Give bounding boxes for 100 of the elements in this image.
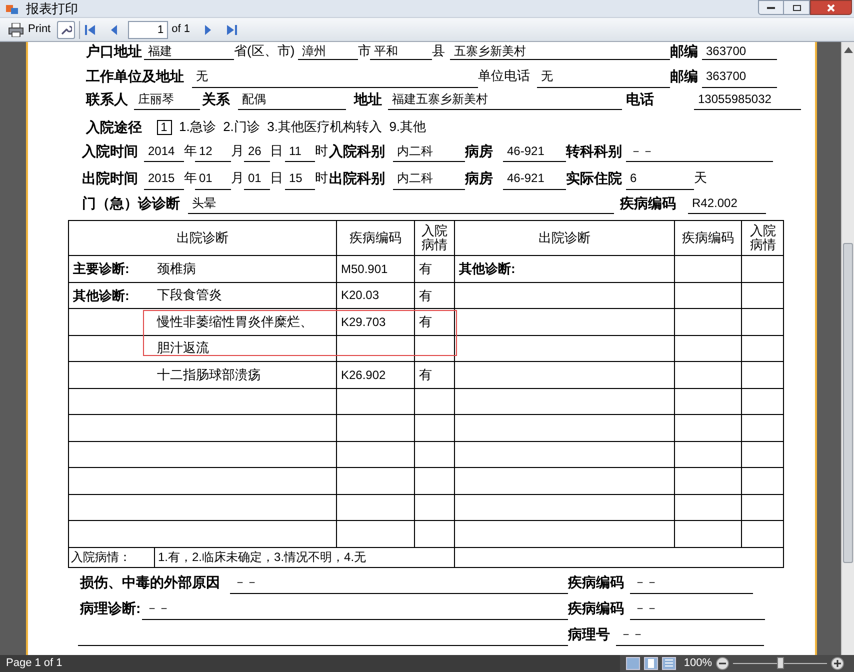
field-label: 实际住院 [566,168,623,188]
field-value: －－ [630,598,765,620]
field-value: 2014 [144,140,184,162]
column-header: 疾病编码 [675,221,742,255]
field-value: 内二科 [393,140,465,162]
field-text: 1.急诊 2.门诊 3.其他医疗机构转入 9.其他 [179,118,428,136]
field-text: 月 [231,169,244,188]
field-value: 363700 [702,42,777,60]
field-label: 入院时间 [82,142,139,160]
field-value: －－ [230,572,568,594]
field-text: 年 [184,142,195,160]
field-text: 年 [184,169,195,188]
table-cell-text: K29.703 [341,314,386,331]
field-label: 工作单位及地址 [86,66,185,86]
field-value: 无 [192,64,478,88]
column-header: 入院病情 [415,221,455,255]
field-value: 11 [285,140,315,162]
table-cell-text: K26.902 [341,366,386,384]
field-value: 庄丽琴 [134,88,200,110]
field-label: 损伤、中毒的外部原因 [80,573,221,592]
diagnosis-type: 其他诊断: [459,260,516,278]
field-label: 联系人 [86,90,129,108]
scroll-up-icon[interactable] [844,47,852,53]
field-label: 入院科别 [329,142,386,160]
field-value: 福建五寨乡新美村 [388,88,622,110]
table-cell: 十二指肠球部溃疡 [157,368,261,381]
page-status: Page 1 of 1 [6,656,62,672]
field-text: 省(区、市) [234,42,296,60]
table-cell: 下段食管炎 [157,289,222,302]
field-value: 01 [195,166,231,190]
table-cell-text: K20.03 [341,287,380,304]
field-label: 病理诊断: [80,599,142,618]
field-label: 出院科别 [329,168,386,188]
field-label: 邮编 [670,42,699,60]
field-label: 疾病编码 [568,599,625,618]
window-title: 报表打印 [26,0,78,18]
zoom-out-icon[interactable] [716,657,729,670]
first-page-icon[interactable] [84,24,96,36]
field-value: 内二科 [393,166,465,190]
field-label: 病房 [465,142,494,160]
printer-icon [8,22,24,36]
column-header: 入院病情 [749,222,777,254]
field-label: 病理号 [568,625,611,644]
field-value: 2015 [144,166,184,190]
field-value: 配偶 [238,88,346,110]
print-button[interactable]: Print [6,21,53,38]
field-value: 漳州 [298,42,358,60]
table-cell-text: 有 [419,260,432,278]
field-label: 疾病编码 [568,573,625,592]
page-setup-button[interactable] [56,20,75,38]
field-label: 出院时间 [82,168,139,188]
field-value: 平和 [370,42,432,60]
field-label: 门（急）诊诊断 [82,194,181,213]
close-icon [827,4,835,12]
zoom-slider-thumb[interactable] [777,657,784,669]
field-label: 邮编 [670,66,699,86]
page-number-field[interactable]: 1 [128,20,168,38]
field-value: 五寨乡新美村 [450,42,670,60]
field-value: －－ [630,572,753,594]
field-text: 市 [358,42,370,60]
field-value: －－ [142,598,568,620]
field-text: 单位电话 [478,67,531,86]
field-value: －－ [626,140,773,162]
scroll-thumb[interactable] [843,243,853,563]
single-page-icon[interactable] [644,657,658,670]
table-cell-text: 1.有，2.临床未确定，3.情况不明，4.无 [158,549,366,566]
minimize-button[interactable] [758,0,784,15]
field-label: 关系 [202,90,231,108]
zoom-in-icon[interactable] [831,657,844,670]
field-value: 01 [244,166,270,190]
app-icon [6,2,18,14]
table-cell-text: 入院病情： [71,549,131,566]
column-header: 出院诊断 [69,221,337,255]
field-label: 地址 [354,90,383,108]
last-page-icon[interactable] [226,24,238,36]
table-cell-text: 有 [419,313,432,331]
field-text: 日 [270,169,284,188]
diagnosis-type: 主要诊断: [73,260,130,278]
field-text: 月 [231,142,244,160]
field-label: 疾病编码 [620,194,677,212]
field-value: 13055985032 [694,88,801,110]
maximize-button[interactable] [784,0,810,15]
field-value: 12 [195,140,231,162]
table-cell: 颈椎病 [157,262,196,275]
field-value: 46-921 [503,166,566,190]
field-value: 363700 [702,64,777,88]
field-text: 日 [270,142,284,160]
scrollbar[interactable] [841,42,854,655]
column-header: 疾病编码 [337,221,415,255]
route-box: 1 [156,120,172,134]
multi-page-icon[interactable] [662,657,676,670]
wrench-icon [60,24,72,36]
field-text: 天 [694,169,708,188]
view-icon[interactable] [626,657,640,670]
field-text: 时 [315,142,328,160]
close-button[interactable] [810,0,852,15]
field-label: 转科科别 [566,142,623,160]
field-value: 无 [537,64,670,88]
field-value: 26 [244,140,270,162]
column-header: 出院诊断 [455,221,675,255]
